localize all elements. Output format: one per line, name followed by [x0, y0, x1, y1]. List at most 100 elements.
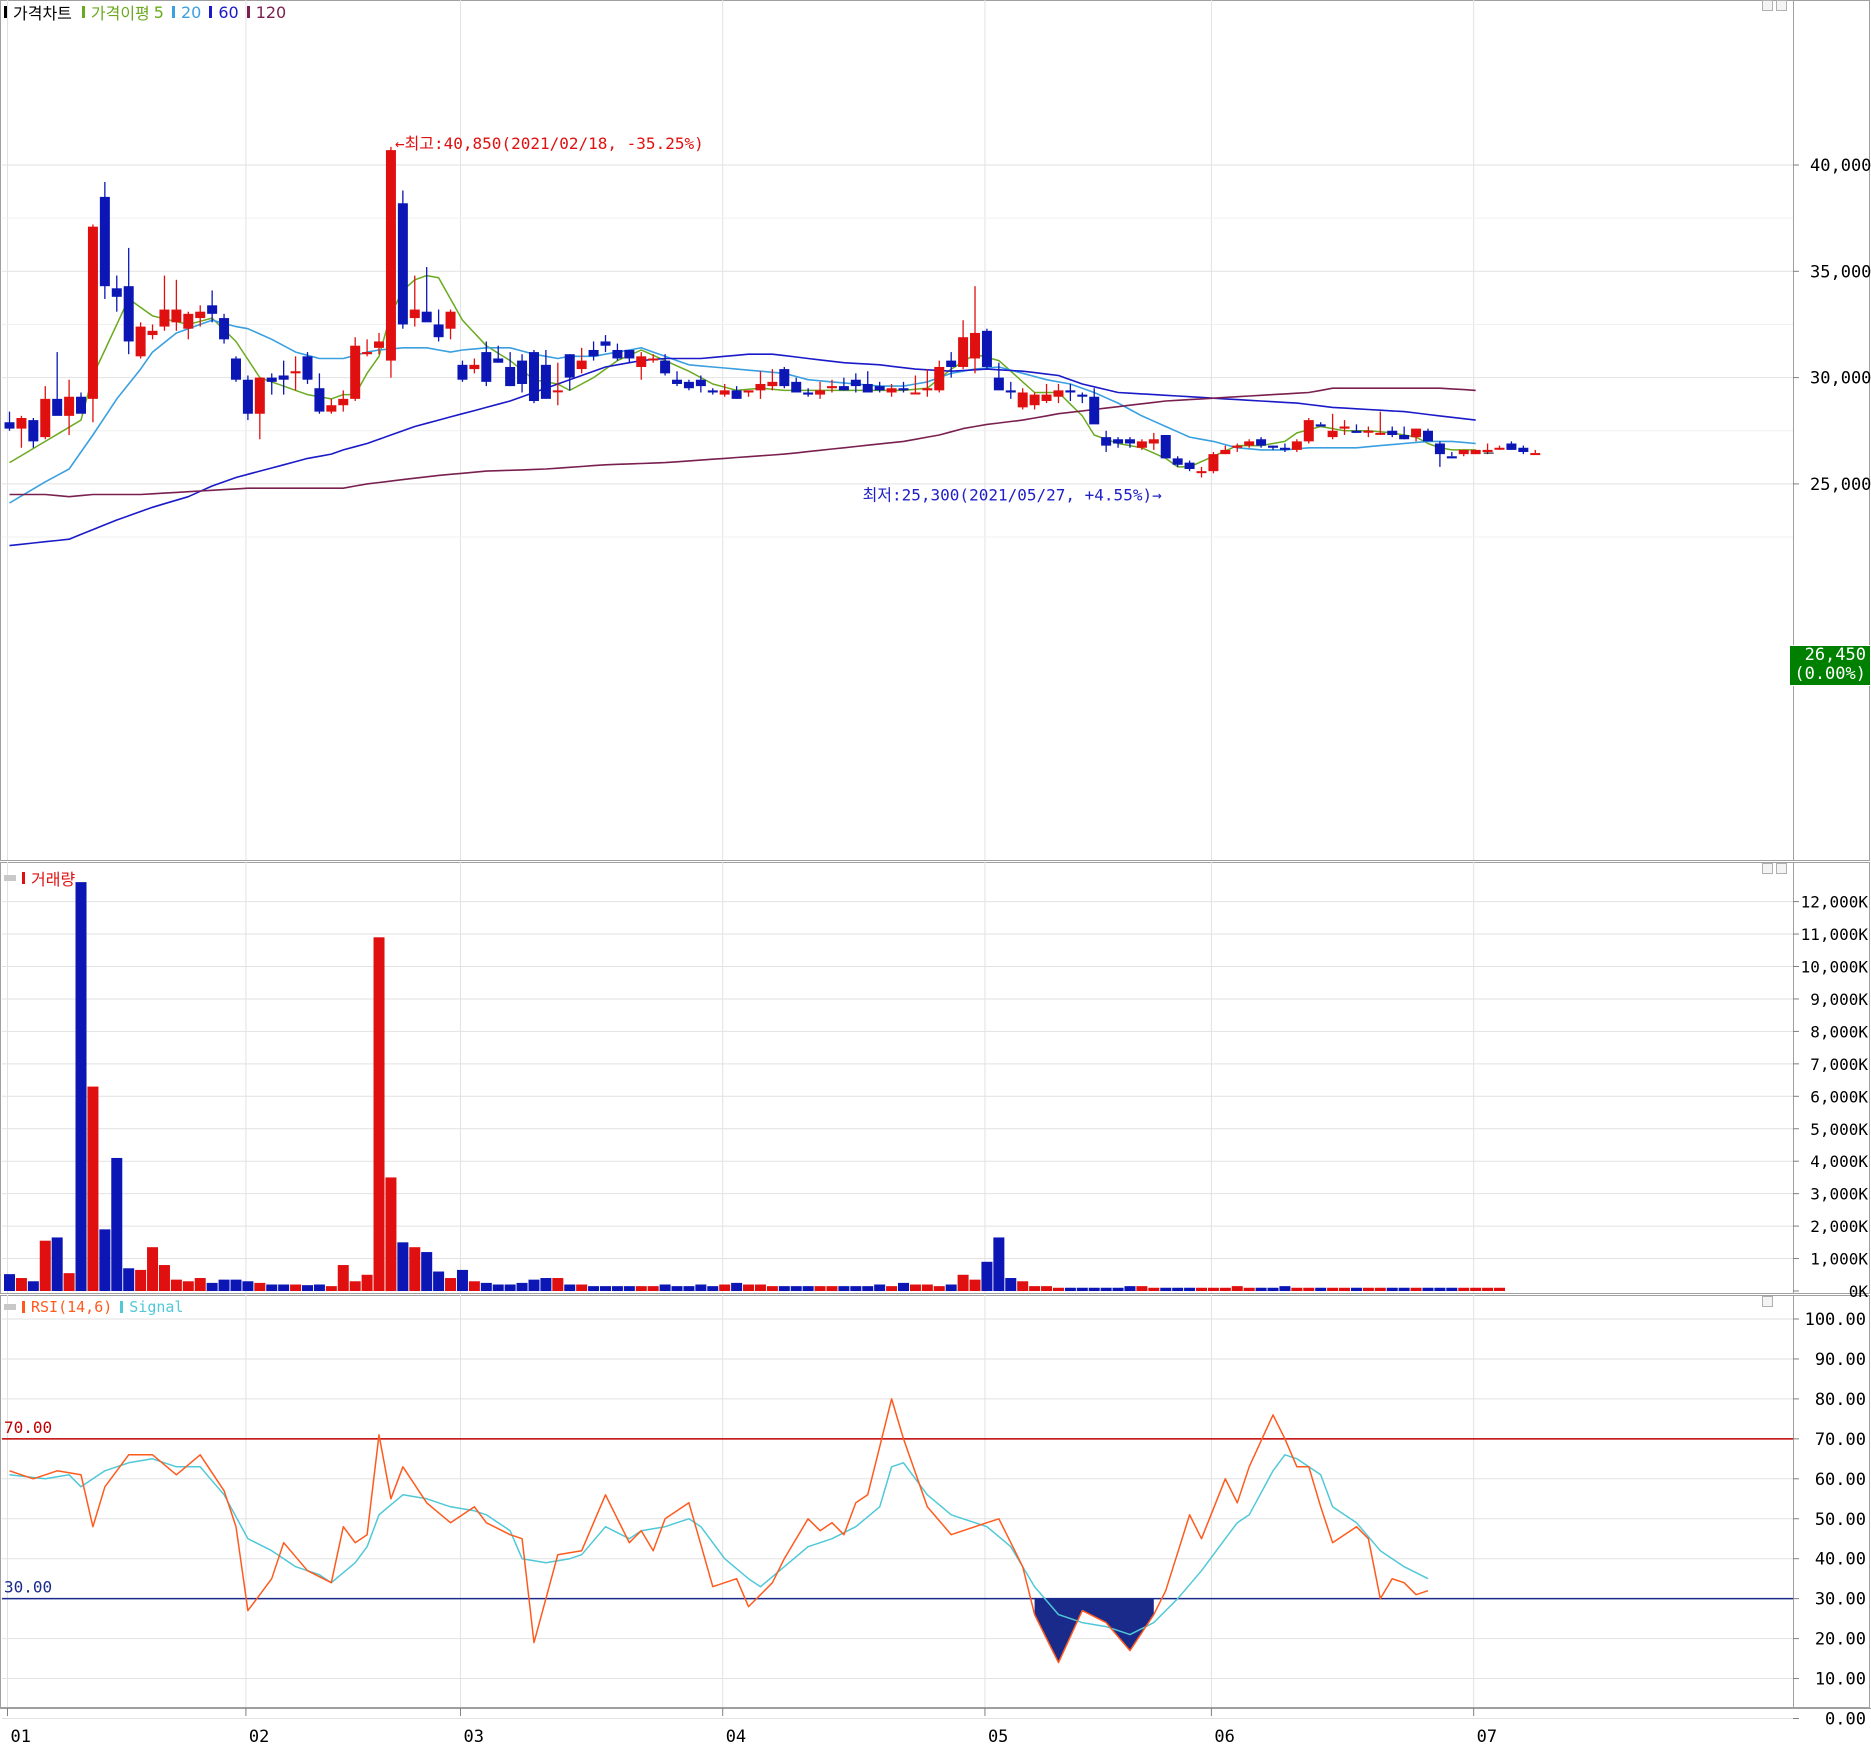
rsi-tick-label: 50.00: [1815, 1510, 1866, 1530]
candle-body: [1148, 439, 1159, 444]
low-annotation: 최저:25,300(2021/05/27, +4.55%)→: [863, 486, 1163, 505]
candle-body: [517, 360, 528, 384]
volume-bar: [445, 1278, 457, 1291]
volume-bar: [1446, 1287, 1458, 1291]
volume-bar: [1100, 1287, 1112, 1291]
rsi-tick-label: 80.00: [1815, 1390, 1866, 1410]
candle-body: [314, 388, 325, 412]
minimize-icon[interactable]: [1762, 1296, 1773, 1307]
close-icon[interactable]: [1776, 863, 1787, 874]
candle-body: [1279, 447, 1290, 450]
volume-bar: [456, 1269, 468, 1291]
candle-body: [1339, 426, 1350, 429]
series-layer: [2, 146, 1793, 1664]
volume-bar: [862, 1286, 874, 1291]
rsi-tick-label: 20.00: [1815, 1630, 1866, 1650]
volume-bar: [1172, 1287, 1184, 1291]
volume-bar: [981, 1261, 993, 1291]
candle-body: [981, 330, 992, 367]
candle-body: [934, 366, 945, 391]
volume-tick-label: 1,000K: [1810, 1250, 1868, 1269]
volume-bar: [647, 1286, 659, 1291]
minimize-icon[interactable]: [1762, 0, 1773, 11]
high-annotation: ←최고:40,850(2021/02/18, -35.25%): [395, 134, 704, 153]
signal-legend-title: Signal: [129, 1298, 184, 1316]
volume-tick-label: 3,000K: [1810, 1185, 1868, 1204]
candle-body: [135, 326, 146, 357]
volume-tick-label: 8,000K: [1810, 1022, 1868, 1041]
volume-bar: [385, 1177, 397, 1291]
volume-bar: [707, 1286, 719, 1291]
minimize-icon[interactable]: [1762, 863, 1773, 874]
volume-bar: [230, 1279, 242, 1291]
candle-body: [958, 337, 969, 367]
candle-body: [743, 390, 754, 393]
volume-bar: [254, 1282, 266, 1291]
candle-body: [874, 386, 885, 391]
candle-body: [779, 369, 790, 387]
candle-body: [409, 309, 420, 319]
candle-body: [505, 366, 516, 387]
rsi-tick-label: 10.00: [1815, 1670, 1866, 1690]
ma60-legend: 60: [218, 2, 239, 22]
volume-bar: [719, 1284, 731, 1291]
volume-bar: [1041, 1286, 1053, 1291]
volume-bar: [993, 1237, 1005, 1291]
volume-bar: [600, 1286, 611, 1291]
candle-body: [1232, 445, 1243, 448]
x-tick-label: 01: [11, 1727, 31, 1747]
rsi-tick-label: 40.00: [1815, 1550, 1866, 1570]
volume-bar: [898, 1282, 909, 1291]
candle-body: [886, 388, 897, 393]
candle-body: [1089, 396, 1100, 425]
candle-body: [52, 398, 63, 416]
volume-bar: [1148, 1287, 1160, 1291]
volume-bar: [695, 1284, 707, 1291]
volume-bar: [1279, 1286, 1291, 1291]
candle-body: [850, 379, 861, 387]
price-tick-label: 40,000: [1810, 156, 1871, 176]
candle-body: [1482, 449, 1493, 453]
volume-bar: [874, 1284, 886, 1291]
x-tick-label: 07: [1477, 1727, 1497, 1747]
candle-body: [636, 356, 647, 367]
volume-bar: [27, 1281, 39, 1291]
candle-body: [588, 349, 599, 357]
volume-bar: [39, 1240, 51, 1291]
volume-bar: [1458, 1287, 1470, 1291]
price-legend-title: 가격차트: [13, 4, 72, 23]
close-icon[interactable]: [1776, 0, 1787, 11]
candle-body: [624, 349, 635, 359]
volume-bar: [635, 1286, 647, 1291]
candle-body: [552, 390, 563, 393]
price-tick-label: 35,000: [1810, 262, 1871, 282]
candle-body: [1220, 449, 1231, 455]
candle-body: [1399, 435, 1410, 440]
volume-bar: [623, 1286, 635, 1291]
candle-body: [76, 396, 87, 414]
rsi-tick-label: 70.00: [1815, 1430, 1866, 1450]
volume-bar: [659, 1284, 671, 1291]
volume-tick-label: 9,000K: [1810, 990, 1868, 1009]
signal-line: [9, 1454, 1429, 1636]
volume-bar: [1017, 1281, 1029, 1291]
volume-bar: [957, 1274, 969, 1291]
price-tick-label: 30,000: [1810, 369, 1871, 389]
candle-body: [445, 311, 456, 329]
candle-body: [16, 417, 27, 429]
ma20-line: [9, 319, 1476, 504]
candle-body: [457, 364, 468, 380]
candle-body: [683, 381, 694, 389]
candle-body: [171, 309, 182, 323]
stock-chart: 01 02 03 04 05 06 07 25,000 30,000 35,000 40,000 ←최…: [0, 0, 1871, 1747]
current-price-value: 26,450: [1804, 645, 1866, 665]
candle-body: [219, 318, 230, 340]
candle-body: [207, 305, 218, 314]
candle-body: [993, 377, 1004, 391]
volume-bar: [325, 1286, 337, 1291]
volume-bar: [1243, 1287, 1255, 1291]
candle-body: [1375, 432, 1386, 435]
candle-body: [803, 392, 814, 395]
volume-bar: [1422, 1287, 1434, 1291]
volume-bar: [1124, 1286, 1136, 1291]
